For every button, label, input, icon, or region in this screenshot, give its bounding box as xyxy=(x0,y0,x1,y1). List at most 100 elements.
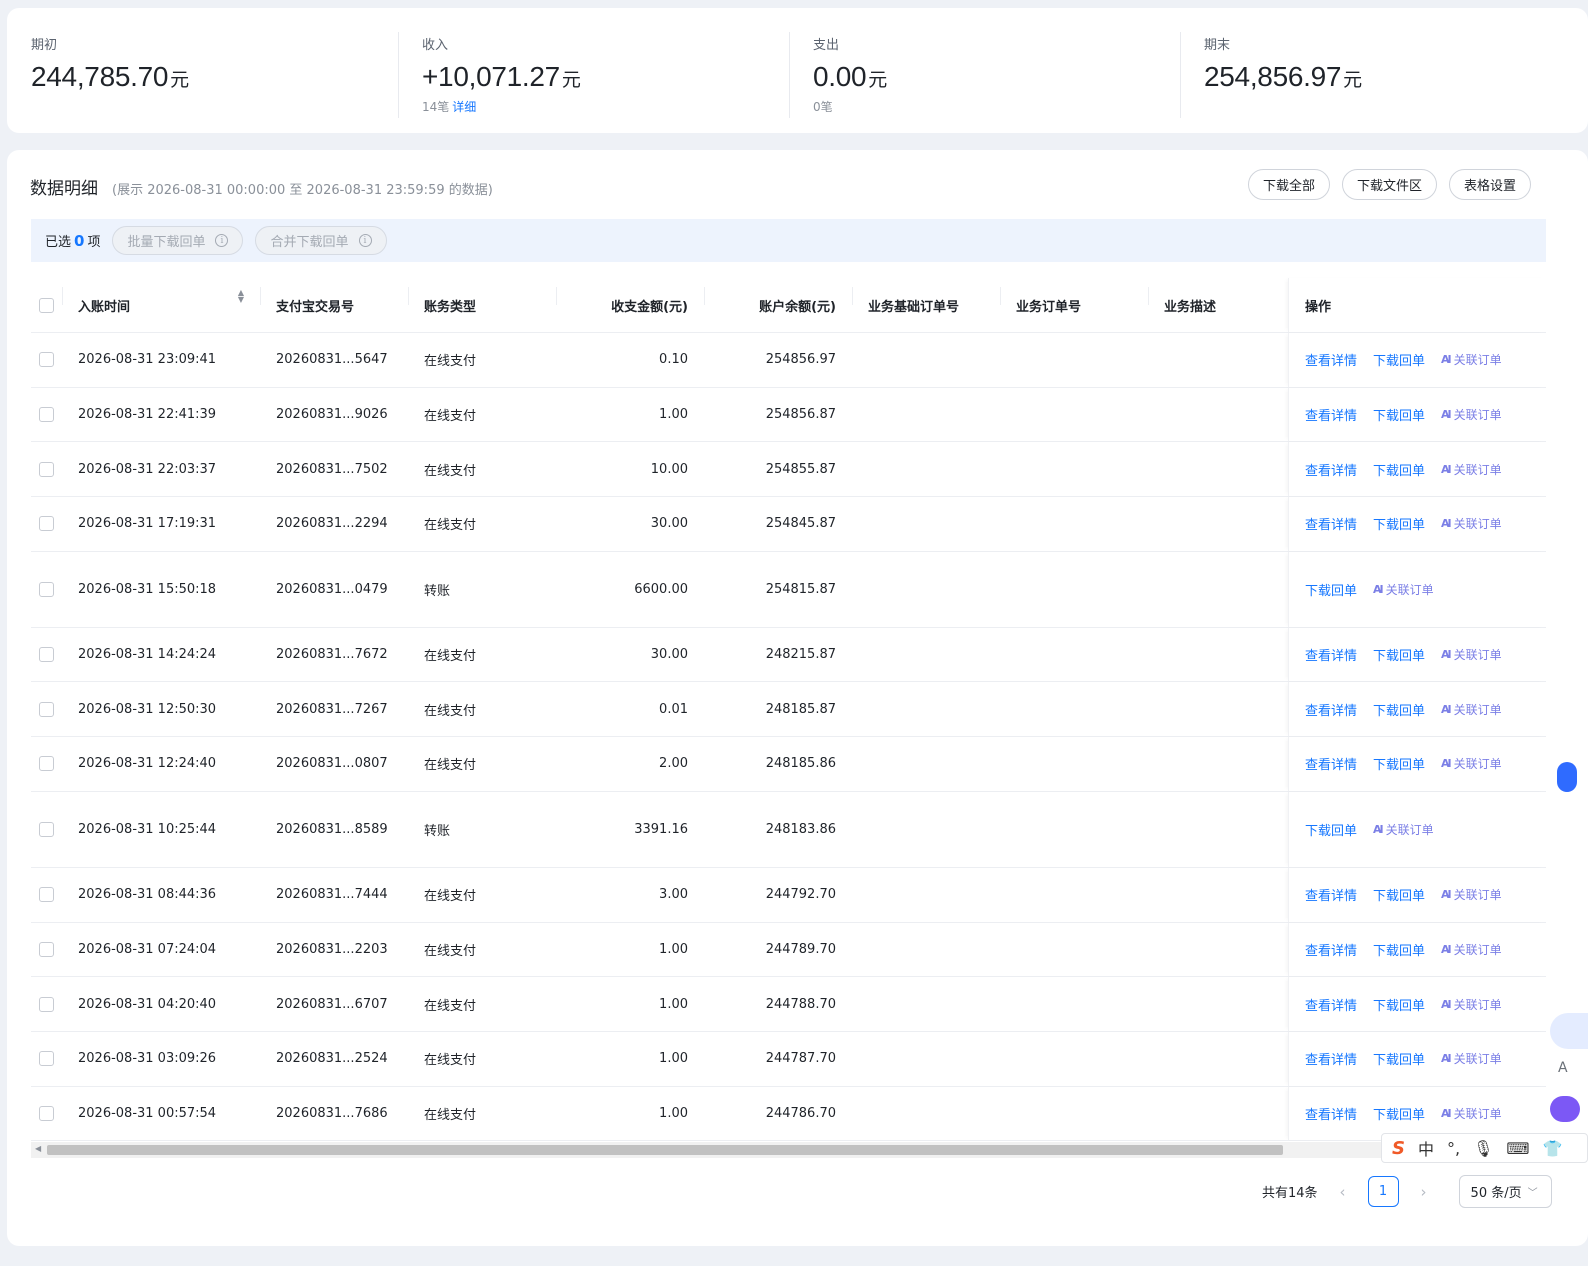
view-detail-link[interactable]: 查看详情 xyxy=(1305,514,1357,533)
view-detail-link[interactable]: 查看详情 xyxy=(1305,754,1357,773)
related-order-link[interactable]: AI 关联订单 xyxy=(1441,461,1502,478)
view-detail-link[interactable]: 查看详情 xyxy=(1305,645,1357,664)
related-order-link[interactable]: AI 关联订单 xyxy=(1441,941,1502,958)
selection-bar: 已选 0 项 批量下载回单 i 合并下载回单 i xyxy=(31,219,1546,262)
download-receipt-link[interactable]: 下载回单 xyxy=(1373,1049,1425,1068)
related-order-link[interactable]: AI 关联订单 xyxy=(1373,821,1434,838)
side-assistant-icon[interactable] xyxy=(1557,762,1577,792)
stat-value: +10,071.27 元 xyxy=(422,61,789,93)
prev-page-icon[interactable]: ‹ xyxy=(1340,1183,1346,1201)
side-app-icon[interactable] xyxy=(1550,1096,1580,1122)
row-checkbox[interactable] xyxy=(39,461,54,477)
robot-assistant-icon[interactable] xyxy=(1550,1013,1588,1049)
related-order-link[interactable]: AI 关联订单 xyxy=(1441,1050,1502,1067)
download-receipt-link[interactable]: 下载回单 xyxy=(1373,350,1425,369)
view-detail-link[interactable]: 查看详情 xyxy=(1305,700,1357,719)
download-all-button[interactable]: 下载全部 xyxy=(1248,169,1331,200)
row-checkbox[interactable] xyxy=(39,941,54,957)
skin-icon[interactable]: 👕 xyxy=(1542,1139,1562,1158)
view-detail-link[interactable]: 查看详情 xyxy=(1305,1104,1357,1123)
row-checkbox[interactable] xyxy=(39,996,54,1012)
download-receipt-link[interactable]: 下载回单 xyxy=(1373,405,1425,424)
table-row: 2026-08-31 23:09:41 20260831...5647 在线支付 0.… xyxy=(31,333,1546,388)
download-receipt-link[interactable]: 下载回单 xyxy=(1305,820,1357,839)
related-order-link[interactable]: AI 关联订单 xyxy=(1441,886,1502,903)
row-checkbox[interactable] xyxy=(39,516,54,532)
info-icon[interactable]: i xyxy=(215,234,229,247)
download-receipt-link[interactable]: 下载回单 xyxy=(1373,754,1425,773)
keyboard-icon[interactable]: ⌨ xyxy=(1506,1139,1529,1158)
related-order-link[interactable]: AI 关联订单 xyxy=(1441,351,1502,368)
row-checkbox[interactable] xyxy=(39,701,54,717)
download-receipt-link[interactable]: 下载回单 xyxy=(1373,885,1425,904)
download-receipt-link[interactable]: 下载回单 xyxy=(1373,460,1425,479)
page-1-button[interactable]: 1 xyxy=(1367,1176,1399,1207)
row-checkbox[interactable] xyxy=(39,352,54,368)
ai-icon: AI xyxy=(1441,648,1452,662)
row-checkbox[interactable] xyxy=(39,407,54,423)
related-order-link[interactable]: AI 关联订单 xyxy=(1441,515,1502,532)
row-checkbox[interactable] xyxy=(39,1051,54,1067)
cell-ops: 下载回单 AI 关联订单 xyxy=(1288,551,1546,627)
view-detail-link[interactable]: 查看详情 xyxy=(1305,940,1357,959)
sort-icon[interactable]: ▲ ▼ xyxy=(238,288,244,303)
detail-panel: 数据明细 (展示 2026-08-31 00:00:00 至 2026-08-3… xyxy=(7,150,1588,1246)
scroll-left-icon[interactable]: ◀ xyxy=(35,1144,41,1153)
row-checkbox[interactable] xyxy=(39,647,54,663)
view-detail-link[interactable]: 查看详情 xyxy=(1305,405,1357,424)
batch-download-button[interactable]: 批量下载回单 i xyxy=(112,226,244,255)
view-detail-link[interactable]: 查看详情 xyxy=(1305,350,1357,369)
download-receipt-link[interactable]: 下载回单 xyxy=(1305,580,1357,599)
next-page-icon[interactable]: › xyxy=(1421,1183,1427,1201)
income-detail-link[interactable]: 详细 xyxy=(452,100,476,114)
stat-value: 244,785.70 元 xyxy=(31,61,398,93)
related-order-link[interactable]: AI 关联订单 xyxy=(1441,1105,1502,1122)
sogou-logo-icon[interactable]: S xyxy=(1392,1138,1405,1159)
related-order-link[interactable]: AI 关联订单 xyxy=(1373,581,1434,598)
table-row: 2026-08-31 12:50:30 20260831...7267 在线支付 0.… xyxy=(31,682,1546,738)
batch-download-label: 批量下载回单 xyxy=(127,235,206,250)
horizontal-scrollbar[interactable]: ◀ xyxy=(31,1142,1546,1158)
related-order-link[interactable]: AI 关联订单 xyxy=(1441,996,1502,1013)
cell-trade-no: 20260831...8589 xyxy=(276,821,388,837)
view-detail-link[interactable]: 查看详情 xyxy=(1305,885,1357,904)
row-select-cell xyxy=(31,1051,62,1067)
cell-amount: 0.10 xyxy=(659,352,688,368)
download-receipt-link[interactable]: 下载回单 xyxy=(1373,940,1425,959)
download-receipt-link[interactable]: 下载回单 xyxy=(1373,1104,1425,1123)
table-row: 2026-08-31 10:25:44 20260831...8589 转账 3391… xyxy=(31,791,1546,868)
page-size-select[interactable]: 50 条/页 ﹀ xyxy=(1458,1175,1552,1208)
microphone-icon[interactable]: 🎙 xyxy=(1473,1139,1493,1158)
download-files-button[interactable]: 下载文件区 xyxy=(1342,169,1438,200)
ime-mode-toggle[interactable]: 中 xyxy=(1418,1136,1434,1160)
select-all-checkbox[interactable] xyxy=(39,297,54,313)
related-order-link[interactable]: AI 关联订单 xyxy=(1441,701,1502,718)
download-receipt-link[interactable]: 下载回单 xyxy=(1373,700,1425,719)
row-checkbox[interactable] xyxy=(39,887,54,903)
col-time[interactable]: 入账时间 ▲ ▼ xyxy=(62,286,260,315)
cell-balance: 248215.87 xyxy=(765,647,836,663)
cell-amount: 10.00 xyxy=(650,461,688,477)
view-detail-link[interactable]: 查看详情 xyxy=(1305,1049,1357,1068)
related-order-link[interactable]: AI 关联订单 xyxy=(1441,646,1502,663)
download-receipt-link[interactable]: 下载回单 xyxy=(1373,645,1425,664)
download-receipt-link[interactable]: 下载回单 xyxy=(1373,514,1425,533)
download-receipt-link[interactable]: 下载回单 xyxy=(1373,995,1425,1014)
related-order-link[interactable]: AI 关联订单 xyxy=(1441,755,1502,772)
view-detail-link[interactable]: 查看详情 xyxy=(1305,995,1357,1014)
cell-trade-no: 20260831...5647 xyxy=(276,352,388,368)
row-checkbox[interactable] xyxy=(39,1105,54,1121)
info-icon[interactable]: i xyxy=(358,234,372,247)
cell-time: 2026-08-31 03:09:26 xyxy=(78,1051,217,1067)
row-checkbox[interactable] xyxy=(39,756,54,772)
view-detail-link[interactable]: 查看详情 xyxy=(1305,460,1357,479)
row-checkbox[interactable] xyxy=(39,581,54,597)
row-checkbox[interactable] xyxy=(39,821,54,837)
merge-download-button[interactable]: 合并下载回单 i xyxy=(255,226,387,255)
cell-time: 2026-08-31 07:24:04 xyxy=(78,941,217,957)
scrollbar-thumb[interactable] xyxy=(47,1145,1283,1155)
punctuation-icon[interactable]: °, xyxy=(1447,1139,1460,1158)
table-settings-button[interactable]: 表格设置 xyxy=(1449,169,1532,200)
cell-balance: 244788.70 xyxy=(765,996,836,1012)
related-order-link[interactable]: AI 关联订单 xyxy=(1441,406,1502,423)
